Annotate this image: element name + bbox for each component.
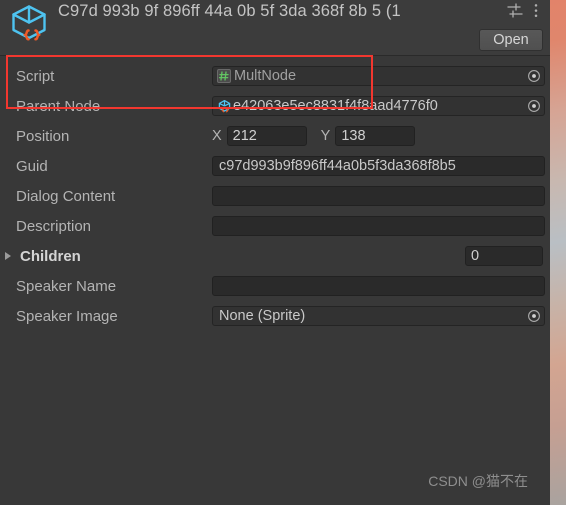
desktop-wallpaper-strip — [550, 0, 566, 505]
children-count-input[interactable]: 0 — [465, 246, 543, 266]
label-position: Position — [16, 127, 70, 145]
parent-node-value: e42063e5ec8831f4f8aad4776f0 — [233, 98, 438, 114]
row-speaker-name: Speaker Name — [0, 271, 550, 301]
more-menu-icon[interactable] — [527, 2, 545, 20]
inspector-header: C97d 993b 9f 896ff 44a 0b 5f 3da 368f 8b… — [0, 0, 550, 56]
row-position: Position X 212 Y 138 — [0, 121, 550, 151]
label-speaker-image: Speaker Image — [16, 307, 118, 325]
chevron-right-icon[interactable] — [5, 252, 11, 260]
speaker-name-input[interactable] — [212, 276, 545, 296]
object-picker-icon[interactable] — [525, 308, 542, 324]
preset-settings-icon[interactable] — [506, 2, 524, 20]
label-position-y: Y — [320, 128, 331, 144]
row-speaker-image: Speaker Image None (Sprite) — [0, 301, 550, 331]
unity-inspector-panel: C97d 993b 9f 896ff 44a 0b 5f 3da 368f 8b… — [0, 0, 550, 505]
open-button[interactable]: Open — [479, 29, 543, 51]
row-dialog-content: Dialog Content — [0, 181, 550, 211]
asset-title: C97d 993b 9f 896ff 44a 0b 5f 3da 368f 8b… — [58, 2, 401, 20]
parent-node-object-field[interactable]: e42063e5ec8831f4f8aad4776f0 — [212, 96, 545, 116]
script-value: MultNode — [234, 68, 297, 84]
children-count-value: 0 — [471, 248, 480, 264]
screenshot-root: C97d 993b 9f 896ff 44a 0b 5f 3da 368f 8b… — [0, 0, 566, 505]
label-dialog-content: Dialog Content — [16, 187, 116, 205]
label-children: Children — [20, 247, 81, 265]
row-script: Script MultNode — [0, 61, 550, 91]
label-speaker-name: Speaker Name — [16, 277, 117, 295]
label-parent-node: Parent Node — [16, 97, 101, 115]
row-children: Children 0 — [0, 241, 550, 271]
position-x-input[interactable]: 212 — [226, 126, 307, 146]
cs-script-icon — [217, 69, 231, 83]
position-y-value: 138 — [341, 128, 366, 144]
script-object-field[interactable]: MultNode — [212, 66, 545, 86]
watermark: CSDN @猫不在 — [428, 473, 528, 489]
object-picker-icon[interactable] — [525, 98, 542, 114]
label-description: Description — [16, 217, 92, 235]
guid-value: c97d993b9f896ff44a0b5f3da368f8b5 — [219, 158, 456, 174]
description-input[interactable] — [212, 216, 545, 236]
row-description: Description — [0, 211, 550, 241]
object-picker-icon[interactable] — [525, 68, 542, 84]
property-list: Script MultNode Parent Node e42063e5ec88… — [0, 56, 550, 331]
row-parent-node: Parent Node e42063e5ec8831f4f8aad4776f0 — [0, 91, 550, 121]
speaker-image-object-field[interactable]: None (Sprite) — [212, 306, 545, 326]
label-position-x: X — [212, 128, 222, 144]
position-x-value: 212 — [232, 128, 257, 144]
dialog-content-input[interactable] — [212, 186, 545, 206]
row-guid: Guid c97d993b9f896ff44a0b5f3da368f8b5 — [0, 151, 550, 181]
label-guid: Guid — [16, 157, 48, 175]
position-y-input[interactable]: 138 — [335, 126, 416, 146]
speaker-image-value: None (Sprite) — [219, 308, 306, 324]
label-script: Script — [16, 67, 55, 85]
guid-input[interactable]: c97d993b9f896ff44a0b5f3da368f8b5 — [212, 156, 545, 176]
scriptable-object-cube-braces-icon — [217, 99, 232, 114]
scriptable-object-cube-braces-icon — [6, 2, 52, 48]
